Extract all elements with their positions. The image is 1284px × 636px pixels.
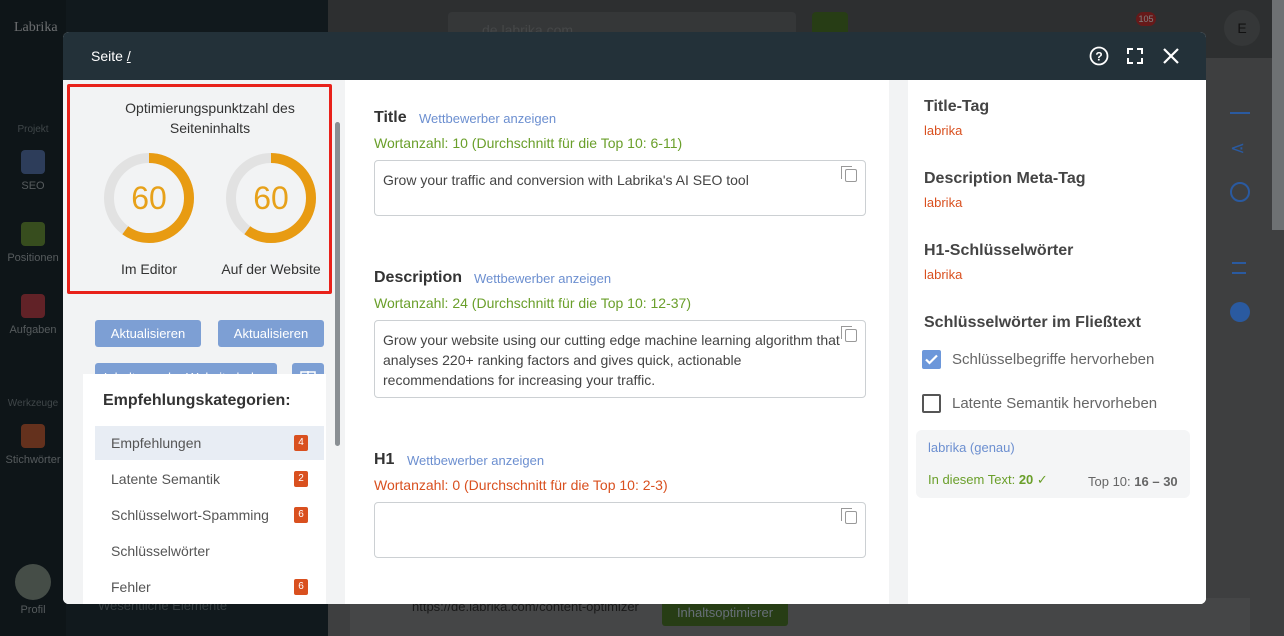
copy-icon[interactable] [841,326,857,342]
page-path-link[interactable]: / [127,48,131,64]
update-website-score-button[interactable]: Aktualisieren [218,320,324,347]
description-competitors-link[interactable]: Wettbewerber anzeigen [474,271,611,286]
check-mark-icon: ✓ [1036,472,1048,487]
highlight-keys-checkbox[interactable] [922,350,941,369]
description-tag-heading: Description Meta-Tag [924,170,1086,187]
description-field-label: Description [374,269,463,286]
update-editor-score-button[interactable]: Aktualisieren [95,320,201,347]
modal-body: Optimierungspunktzahl des Seiteninhalts … [63,80,1206,604]
recommendation-categories: Empfehlungskategorien: Empfehlungen 4 La… [83,374,326,604]
category-empfehlungen[interactable]: Empfehlungen 4 [95,426,324,460]
keyword-name: labrika (genau) [928,440,1015,455]
category-schluesselwoerter[interactable]: Schlüsselwörter [95,534,324,568]
title-competitors-link[interactable]: Wettbewerber anzeigen [419,111,556,126]
title-input[interactable]: Grow your traffic and conversion with La… [374,160,866,216]
copy-icon[interactable] [841,508,857,524]
description-input[interactable]: Grow your website using our cutting edge… [374,320,866,398]
h1-keyword: labrika [924,267,963,282]
title-field-label: Title [374,109,407,126]
page-scrollbar[interactable] [1272,0,1284,230]
categories-title: Empfehlungskategorien: [103,392,291,409]
help-icon[interactable]: ? [1089,46,1109,66]
count-badge: 2 [294,471,308,487]
top10-range: Top 10: 16 – 30 [1088,474,1178,489]
list-icon[interactable] [1232,262,1246,274]
modal-header: Seite / ? [63,32,1206,80]
share-icon[interactable]: ⋖ [1230,138,1250,158]
highlight-latent-checkbox[interactable] [922,394,941,413]
keyword-analysis-column: Title-Tag labrika Description Meta-Tag l… [908,80,1206,604]
h1-field-label: H1 [374,451,395,468]
description-wordcount: Wortanzahl: 24 (Durchschnitt für die Top… [374,295,691,311]
category-keyword-spamming[interactable]: Schlüsselwort-Spamming 6 [95,498,324,532]
editor-column: Title Wettbewerber anzeigen Wortanzahl: … [345,80,1173,604]
title-tag-keyword: labrika [924,123,963,138]
left-scrollbar[interactable] [335,122,340,446]
fullscreen-icon[interactable] [1125,46,1145,66]
title-tag-heading: Title-Tag [924,98,990,115]
score-highlight-box [67,84,332,294]
count-badge: 6 [294,579,308,595]
count-badge: 4 [294,435,308,451]
download-icon[interactable] [1230,94,1250,114]
check-icon [925,354,938,365]
help-circle-icon[interactable] [1230,182,1250,202]
in-text-count: In diesem Text: 20 ✓ [928,472,1048,487]
palette-icon[interactable] [1230,302,1250,322]
highlight-latent-label[interactable]: Latente Semantik hervorheben [952,395,1157,412]
description-tag-keyword: labrika [924,195,963,210]
svg-text:?: ? [1095,50,1102,64]
highlight-keys-label[interactable]: Schlüsselbegriffe hervorheben [952,351,1154,368]
h1-competitors-link[interactable]: Wettbewerber anzeigen [407,453,544,468]
content-optimizer-modal: Seite / ? Optimierungspunktzahl des Seit… [63,32,1206,604]
body-keywords-heading: Schlüsselwörter im Fließtext [924,314,1141,331]
category-latente-semantik[interactable]: Latente Semantik 2 [95,462,324,496]
count-badge: 6 [294,507,308,523]
title-wordcount: Wortanzahl: 10 (Durchschnitt für die Top… [374,135,683,151]
modal-title: Seite / [91,48,131,64]
h1-wordcount: Wortanzahl: 0 (Durchschnitt für die Top … [374,477,668,493]
close-icon[interactable] [1161,46,1181,66]
h1-keywords-heading: H1-Schlüsselwörter [924,242,1074,259]
scores-column: Optimierungspunktzahl des Seiteninhalts … [63,80,343,604]
keyword-card: labrika (genau) In diesem Text: 20 ✓ Top… [916,430,1190,498]
h1-input[interactable] [374,502,866,558]
category-fehler[interactable]: Fehler 6 [95,570,324,604]
copy-icon[interactable] [841,166,857,182]
